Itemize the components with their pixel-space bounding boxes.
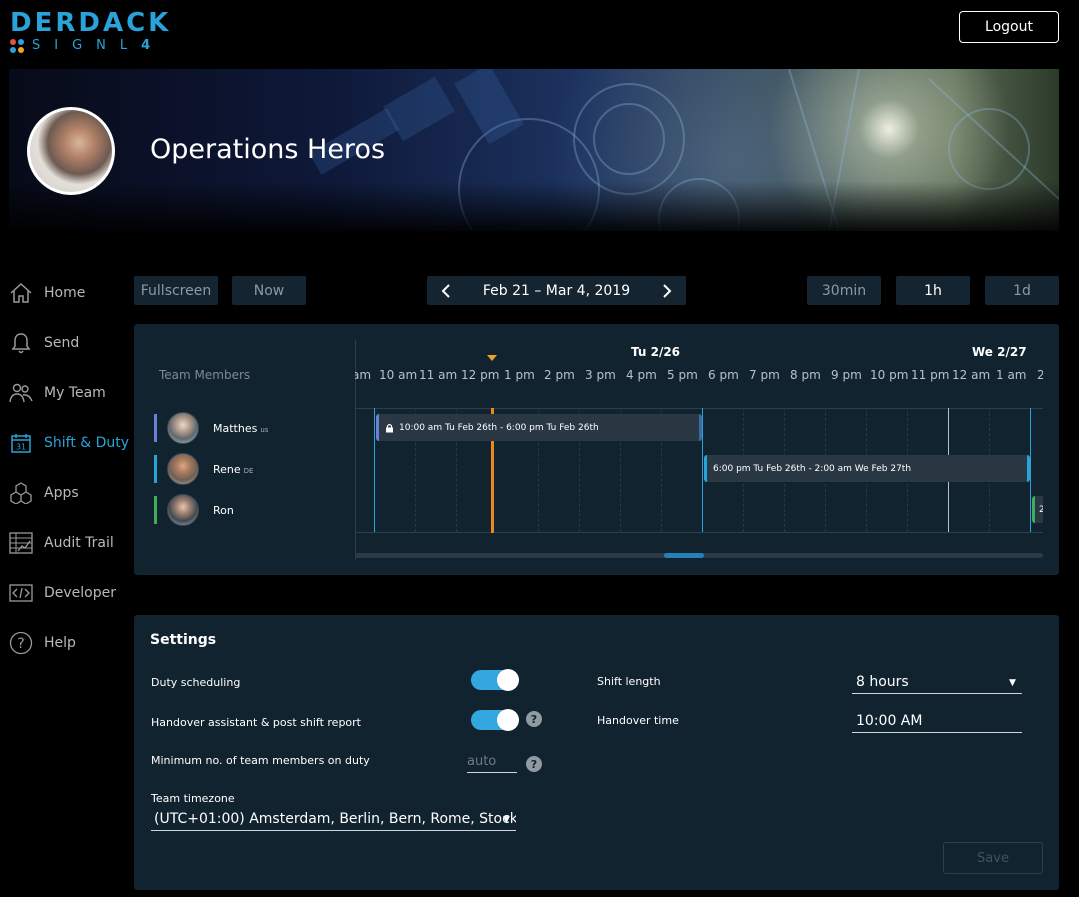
sidebar-nav: Home Send My Team 31 Shift & Duty Apps A… — [0, 268, 130, 668]
hour-label: 1 pm — [504, 368, 535, 382]
dropdown-caret-icon: ▼ — [1009, 678, 1016, 688]
hour-label: 11 am — [419, 368, 458, 382]
logo-dots-icon — [10, 38, 24, 53]
timeline-scrollbar-thumb[interactable] — [664, 553, 704, 558]
day-label-tue: Tu 2/26 — [631, 345, 681, 359]
handover-time-label: Handover time — [597, 714, 679, 727]
fullscreen-button[interactable]: Fullscreen — [134, 276, 218, 305]
chevron-right-icon[interactable] — [660, 283, 674, 298]
bell-icon — [9, 331, 33, 355]
sidebar-item-developer[interactable]: Developer — [0, 568, 130, 618]
member-flag: DE — [243, 466, 254, 475]
settings-panel: Settings Duty scheduling Handover assist… — [134, 615, 1059, 890]
team-avatar[interactable] — [27, 107, 115, 195]
hour-label: 7 pm — [749, 368, 780, 382]
logo-product-name: SIGNL — [32, 38, 142, 53]
avatar — [167, 494, 199, 526]
team-icon — [9, 381, 33, 405]
duty-scheduling-toggle[interactable] — [471, 669, 519, 691]
member-flag: us — [260, 425, 269, 434]
hour-label: 1 am — [996, 368, 1027, 382]
hour-label: 11 pm — [911, 368, 950, 382]
sidebar-item-apps[interactable]: Apps — [0, 468, 130, 518]
handover-time-input[interactable]: 10:00 AM — [852, 713, 1022, 733]
team-members-header: Team Members — [159, 368, 251, 382]
zoom-1d-button[interactable]: 1d — [985, 276, 1059, 305]
hour-label: am — [355, 368, 372, 382]
duty-scheduling-label: Duty scheduling — [151, 676, 241, 689]
now-marker-icon — [487, 355, 497, 361]
lock-icon — [385, 423, 394, 433]
hour-label: 12 pm — [461, 368, 500, 382]
member-row-rene[interactable]: Rene DE — [154, 453, 254, 485]
shift-block-matthes[interactable]: 10:00 am Tu Feb 26th - 6:00 pm Tu Feb 26… — [376, 414, 702, 441]
handover-assistant-toggle[interactable] — [471, 709, 519, 731]
team-banner: Operations Heros — [9, 69, 1059, 231]
team-name-title: Operations Heros — [150, 134, 386, 165]
logo-wordmark: DERDACK — [10, 8, 172, 38]
min-members-input[interactable]: auto — [467, 754, 517, 773]
cubes-icon — [9, 481, 33, 505]
save-button[interactable]: Save — [943, 842, 1043, 874]
settings-title: Settings — [150, 632, 217, 648]
hour-label: 2 — [1037, 368, 1043, 382]
hour-label: 3 pm — [585, 368, 616, 382]
derdack-signl4-logo: DERDACK SIGNL 4 — [10, 8, 200, 53]
help-icon: ? — [9, 631, 33, 655]
hour-label: 9 pm — [831, 368, 862, 382]
hour-label: 12 am — [952, 368, 991, 382]
member-name: Ron — [213, 503, 234, 517]
sidebar-item-my-team[interactable]: My Team — [0, 368, 130, 418]
date-range-label: Feb 21 – Mar 4, 2019 — [482, 282, 631, 299]
sidebar-item-shift-duty[interactable]: 31 Shift & Duty — [0, 418, 130, 468]
avatar — [167, 412, 199, 444]
timezone-select[interactable]: (UTC+01:00) Amsterdam, Berlin, Bern, Rom… — [151, 811, 516, 831]
member-name: Rene — [213, 462, 241, 476]
hour-label: 5 pm — [667, 368, 698, 382]
member-name: Matthes — [213, 421, 258, 435]
member-row-matthes[interactable]: Matthes us — [154, 412, 269, 444]
calendar-icon: 31 — [9, 431, 33, 455]
help-icon[interactable]: ? — [526, 711, 542, 727]
shift-schedule-panel: Team Members Matthes us Rene DE Ron Tu 2/2… — [134, 324, 1059, 575]
timezone-label: Team timezone — [151, 792, 235, 805]
svg-text:31: 31 — [16, 443, 26, 452]
now-button[interactable]: Now — [232, 276, 306, 305]
sidebar-item-help[interactable]: ? Help — [0, 618, 130, 668]
sidebar-item-audit-trail[interactable]: Audit Trail — [0, 518, 130, 568]
day-label-wed: We 2/27 — [972, 345, 1027, 359]
logo-version: 4 — [141, 38, 151, 53]
min-members-label: Minimum no. of team members on duty — [151, 754, 370, 767]
shift-length-select[interactable]: 8 hours — [852, 674, 1022, 694]
hour-label: 8 pm — [790, 368, 821, 382]
svg-text:?: ? — [17, 636, 24, 652]
shift-block-rene[interactable]: 6:00 pm Tu Feb 26th - 2:00 am We Feb 27t… — [704, 455, 1030, 482]
shift-block-ron[interactable]: 2 — [1032, 496, 1043, 523]
shift-length-label: Shift length — [597, 675, 661, 688]
chevron-left-icon[interactable] — [439, 283, 453, 298]
sidebar-item-send[interactable]: Send — [0, 318, 130, 368]
member-row-ron[interactable]: Ron — [154, 494, 237, 526]
timeline-grid: Tu 2/26 We 2/27 am 10 am 11 am 12 pm 1 p… — [355, 340, 1043, 560]
date-range-navigator: Feb 21 – Mar 4, 2019 — [427, 276, 686, 305]
hour-label: 10 am — [379, 368, 418, 382]
logout-button[interactable]: Logout — [959, 11, 1059, 43]
code-icon — [9, 581, 33, 605]
hour-label: 6 pm — [708, 368, 739, 382]
hour-label: 2 pm — [544, 368, 575, 382]
handover-assistant-label: Handover assistant & post shift report — [151, 716, 361, 729]
zoom-1h-button[interactable]: 1h — [896, 276, 970, 305]
home-icon — [9, 281, 33, 305]
hour-label: 10 pm — [870, 368, 909, 382]
dropdown-caret-icon: ▼ — [503, 815, 510, 825]
help-icon[interactable]: ? — [526, 756, 542, 772]
zoom-30min-button[interactable]: 30min — [807, 276, 881, 305]
avatar — [167, 453, 199, 485]
hour-label: 4 pm — [626, 368, 657, 382]
audit-icon — [9, 531, 33, 555]
sidebar-item-home[interactable]: Home — [0, 268, 130, 318]
